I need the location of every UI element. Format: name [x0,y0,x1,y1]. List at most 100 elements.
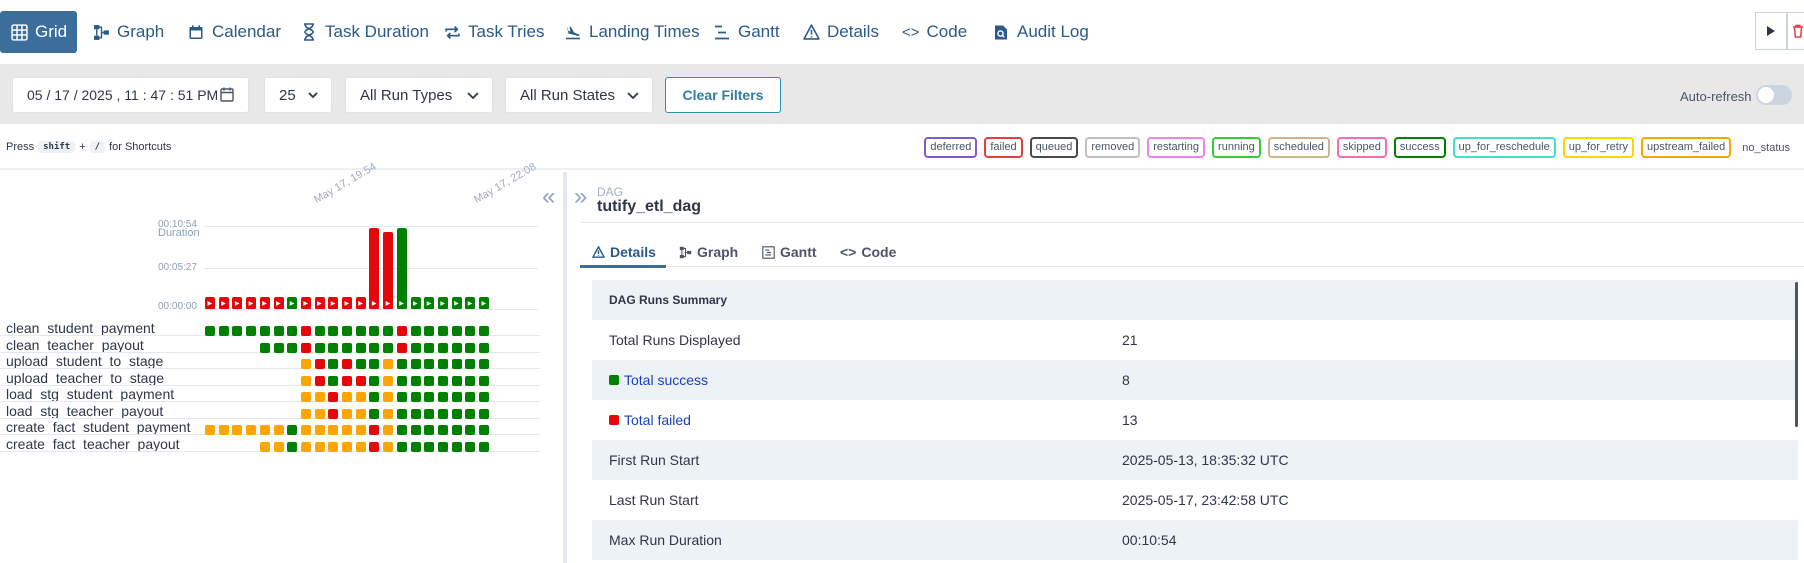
details-tab-gantt[interactable]: Gantt [762,238,817,266]
task-instance-square[interactable] [424,326,435,336]
task-instance-square[interactable] [342,375,352,386]
expand-details-icon[interactable]: » [574,183,587,211]
task-instance-square[interactable] [314,342,325,353]
task-instance-square[interactable] [424,441,435,452]
task-instance-square[interactable] [246,425,257,435]
task-instance-square[interactable] [300,441,311,452]
task-instance-square[interactable] [273,342,284,353]
task-instance-square[interactable] [437,359,448,369]
task-instance-square[interactable] [355,326,366,336]
task-instance-square[interactable] [342,359,352,369]
task-instance-square[interactable] [314,359,325,369]
task-instance-square[interactable] [383,326,394,336]
base-date-input[interactable]: 05 / 17 / 2025 , 11 : 47 : 51 PM [12,77,249,113]
task-instance-square[interactable] [328,425,339,435]
tab-task-tries[interactable]: Task Tries [433,11,555,53]
task-name[interactable]: clean_teacher_payout [6,337,144,353]
task-instance-square[interactable] [314,375,325,386]
tab-code[interactable]: <> Code [892,11,977,53]
tab-grid[interactable]: Grid [0,11,78,53]
legend-scheduled[interactable]: scheduled [1267,137,1330,158]
task-instance-square[interactable] [355,359,366,369]
task-instance-square[interactable] [328,408,339,419]
row-label[interactable]: Total failed [624,412,691,428]
task-instance-square[interactable] [287,342,298,353]
task-instance-square[interactable] [437,326,448,336]
trigger-dag-button[interactable] [1755,12,1787,50]
task-instance-square[interactable] [465,375,476,386]
run-types-select[interactable]: All Run Types [345,77,493,113]
task-instance-square[interactable] [314,425,325,435]
task-instance-square[interactable] [465,359,476,369]
dag-run-bar[interactable] [396,228,407,309]
task-instance-square[interactable] [273,425,284,435]
task-instance-square[interactable] [424,359,435,369]
task-instance-square[interactable] [342,408,352,419]
task-instance-square[interactable] [300,425,311,435]
total-failed-link[interactable]: Total failed [609,412,691,428]
task-instance-square[interactable] [273,441,284,452]
task-instance-square[interactable] [437,441,448,452]
legend-removed[interactable]: removed [1085,137,1141,158]
task-instance-square[interactable] [396,375,407,386]
task-instance-square[interactable] [300,408,311,419]
task-instance-square[interactable] [205,425,215,435]
task-instance-square[interactable] [383,359,394,369]
task-instance-square[interactable] [259,342,270,353]
task-instance-square[interactable] [314,441,325,452]
task-instance-square[interactable] [410,359,421,369]
task-instance-square[interactable] [396,359,407,369]
task-instance-square[interactable] [383,425,394,435]
task-instance-square[interactable] [451,326,462,336]
task-instance-square[interactable] [342,392,352,402]
run-states-select[interactable]: All Run States [505,77,653,113]
auto-refresh-toggle[interactable] [1756,85,1792,105]
task-instance-square[interactable] [369,425,380,435]
task-name[interactable]: upload_student_to_stage [6,353,163,369]
pane-divider[interactable] [563,172,567,563]
task-instance-square[interactable] [451,342,462,353]
task-instance-square[interactable] [451,408,462,419]
task-name[interactable]: create_fact_teacher_payout [6,436,180,452]
task-name[interactable]: upload_teacher_to_stage [6,370,164,386]
task-instance-square[interactable] [246,326,257,336]
tab-details[interactable]: Details [792,11,889,53]
dag-run-bar[interactable] [369,228,380,309]
task-instance-square[interactable] [479,342,489,353]
task-instance-square[interactable] [383,342,394,353]
task-instance-square[interactable] [437,408,448,419]
tab-landing-times[interactable]: Landing Times [554,11,710,53]
task-instance-square[interactable] [355,342,366,353]
task-instance-square[interactable] [369,342,380,353]
task-instance-square[interactable] [424,425,435,435]
task-instance-square[interactable] [259,425,270,435]
task-instance-square[interactable] [479,392,489,402]
task-instance-square[interactable] [300,359,311,369]
task-instance-square[interactable] [314,326,325,336]
task-instance-square[interactable] [369,326,380,336]
tab-audit-log[interactable]: Audit Log [982,11,1099,53]
tab-calendar[interactable]: Calendar [177,11,291,53]
task-instance-square[interactable] [369,359,380,369]
legend-success[interactable]: success [1393,137,1446,158]
task-instance-square[interactable] [396,441,407,452]
task-instance-square[interactable] [479,441,489,452]
details-tab-graph[interactable]: Graph [679,238,738,266]
dag-name[interactable]: tutify_etl_dag [597,198,701,216]
legend-running[interactable]: running [1212,137,1261,158]
task-instance-square[interactable] [424,408,435,419]
task-instance-square[interactable] [300,342,311,353]
task-instance-square[interactable] [410,326,421,336]
legend-failed[interactable]: failed [984,137,1023,158]
task-instance-square[interactable] [273,326,284,336]
task-instance-square[interactable] [342,425,352,435]
details-tab-code[interactable]: <> Code [840,238,896,266]
task-instance-square[interactable] [328,392,339,402]
task-instance-square[interactable] [410,392,421,402]
task-instance-square[interactable] [328,342,339,353]
num-runs-select[interactable]: 25 [264,77,332,113]
legend-up-for-reschedule[interactable]: up_for_reschedule [1452,137,1556,158]
row-label[interactable]: Total success [624,372,708,388]
task-instance-square[interactable] [300,375,311,386]
task-instance-square[interactable] [410,342,421,353]
